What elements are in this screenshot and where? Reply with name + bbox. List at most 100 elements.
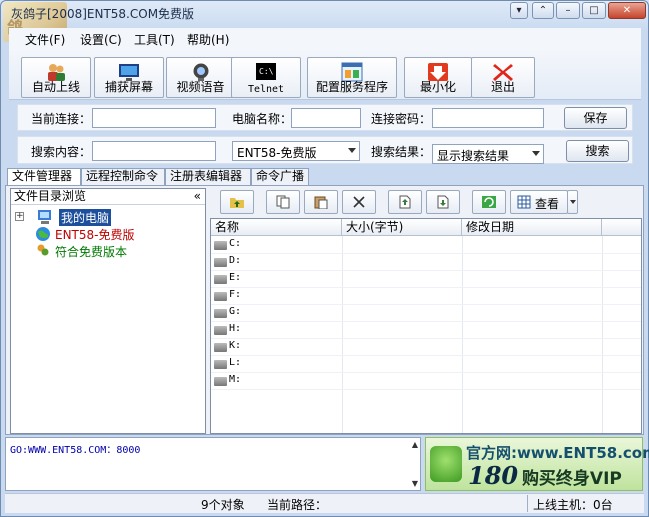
grid-view-icon [517,195,531,209]
chevron-down-icon [348,148,356,153]
tab-registry-editor[interactable]: 注册表编辑器 [165,168,251,185]
connection-password-label: 连接密码： [371,112,432,126]
file-manager-content: 文件目录浏览 « + 我的电脑 ENT58-免费版 符合免费版本 查看 名称 大… [5,185,644,435]
drive-row[interactable]: G: [211,305,641,322]
menu-icon[interactable]: ▾ [510,2,528,19]
auto-online-button[interactable]: 自动上线 [21,57,91,98]
download-icon [437,195,449,209]
capture-screen-button[interactable]: 捕获屏幕 [94,57,164,98]
users-icon [430,446,462,482]
paste-button[interactable] [304,190,338,214]
drive-row[interactable]: K: [211,339,641,356]
users-icon [37,244,49,256]
drive-row[interactable]: M: [211,373,641,390]
search-button[interactable]: 搜索 [566,140,629,162]
svg-text:C:\: C:\ [259,67,274,76]
delete-icon [353,196,365,208]
file-list[interactable]: 名称 大小(字节) 修改日期 C: D: E: F: G: H: K: L: M… [210,218,642,434]
tab-file-manager[interactable]: 文件管理器 [7,168,81,186]
ad-text: 购买终身VIP [521,469,622,489]
upload-icon [399,195,411,209]
download-button[interactable] [426,190,460,214]
copy-icon [276,195,290,209]
computer-name-label: 电脑名称： [232,112,293,126]
copy-button[interactable] [266,190,300,214]
minimize-button[interactable]: 最小化 [404,57,472,98]
upload-button[interactable] [388,190,422,214]
connection-panel: 当前连接： 电脑名称： 连接密码： 保存 [17,104,633,131]
column-size[interactable]: 大小(字节) [342,219,462,236]
scroll-down-icon[interactable]: ▼ [412,479,418,488]
current-connection-label: 当前连接： [31,112,92,126]
refresh-button[interactable] [472,190,506,214]
drive-icon [214,275,227,284]
status-divider [527,495,528,512]
drive-icon [214,309,227,318]
computer-name-field[interactable] [291,108,361,128]
search-result-select[interactable]: 显示搜索结果 [432,144,544,164]
up-folder-button[interactable] [220,190,254,214]
drive-icon [214,326,227,335]
drive-row[interactable]: D: [211,254,641,271]
scroll-up-icon[interactable]: ▲ [412,440,418,449]
telnet-button[interactable]: C:\ Telnet [231,57,301,98]
drive-row[interactable]: F: [211,288,641,305]
drive-icon [214,292,227,301]
column-name[interactable]: 名称 [211,219,342,236]
close-icon[interactable]: ✕ [608,2,646,19]
title-bar: 鸽 灰鸽子[2008]ENT58.COM免费版 ▾ ⌃ – □ ✕ [1,1,648,42]
chevron-down-icon [532,151,540,156]
drive-icon [214,343,227,352]
current-connection-field[interactable] [92,108,216,128]
refresh-icon [482,196,496,208]
column-modified[interactable]: 修改日期 [462,219,602,236]
exit-button[interactable]: 退出 [471,57,535,98]
tree-header: 文件目录浏览 « [11,189,205,205]
globe-icon [36,227,50,241]
drive-row[interactable]: C: [211,237,641,254]
expand-icon[interactable]: + [15,212,24,221]
restore-icon[interactable]: ⌃ [532,2,554,19]
drive-icon [214,377,227,386]
chevron-down-icon [570,200,576,204]
menu-help[interactable]: 帮助(H) [187,31,229,48]
list-header: 名称 大小(字节) 修改日期 [211,219,641,236]
search-content-label: 搜索内容： [31,145,92,159]
save-button[interactable]: 保存 [564,107,627,129]
minimize-icon[interactable]: – [556,2,580,19]
computer-icon [38,210,51,224]
folder-up-icon [230,198,244,208]
online-host-count: 上线主机：0台 [533,498,613,512]
menu-settings[interactable]: 设置(C) [80,31,122,48]
view-dropdown-button[interactable] [567,190,578,214]
status-bar: 9个对象 当前路径： 上线主机：0台 [5,493,644,513]
object-count: 9个对象 [201,498,245,512]
tab-command-broadcast[interactable]: 命令广播 [251,168,309,185]
maximize-icon[interactable]: □ [582,2,606,19]
search-scope-select[interactable]: ENT58-免费版 [232,141,360,161]
ad-price: 180 [468,461,519,490]
vip-ad-banner[interactable]: 官方网:www.ENT58.com 180 购买终身VIP [425,437,649,491]
drive-icon [214,241,227,250]
drive-row[interactable]: E: [211,271,641,288]
log-output[interactable]: GO:WWW.ENT58.COM：8000 ▲ ▼ [5,437,421,491]
tab-remote-command[interactable]: 远程控制命令 [81,168,165,185]
menu-tools[interactable]: 工具(T) [134,31,175,48]
drive-row[interactable]: H: [211,322,641,339]
directory-tree[interactable]: 文件目录浏览 « + 我的电脑 ENT58-免费版 符合免费版本 [10,188,206,434]
view-button[interactable]: 查看 [510,190,568,214]
search-panel: 搜索内容： ENT58-免费版 搜索结果： 显示搜索结果 搜索 [17,136,633,164]
config-service-button[interactable]: 配置服务程序 [307,57,397,98]
collapse-icon[interactable]: « [194,189,201,204]
video-voice-button[interactable]: 视频语音 [166,57,235,98]
menu-bar: 文件(F) 设置(C) 工具(T) 帮助(H) [9,28,641,50]
connection-password-field[interactable] [432,108,544,128]
search-content-field[interactable] [92,141,216,161]
file-pane: 查看 名称 大小(字节) 修改日期 C: D: E: F: G: H: K: L… [210,188,642,434]
drive-row[interactable]: L: [211,356,641,373]
paste-icon [314,196,328,209]
app-window: 鸽 灰鸽子[2008]ENT58.COM免费版 ▾ ⌃ – □ ✕ 文件(F) … [0,0,649,517]
delete-button[interactable] [342,190,376,214]
terminal-icon: C:\ [256,63,276,80]
menu-file[interactable]: 文件(F) [25,31,65,48]
